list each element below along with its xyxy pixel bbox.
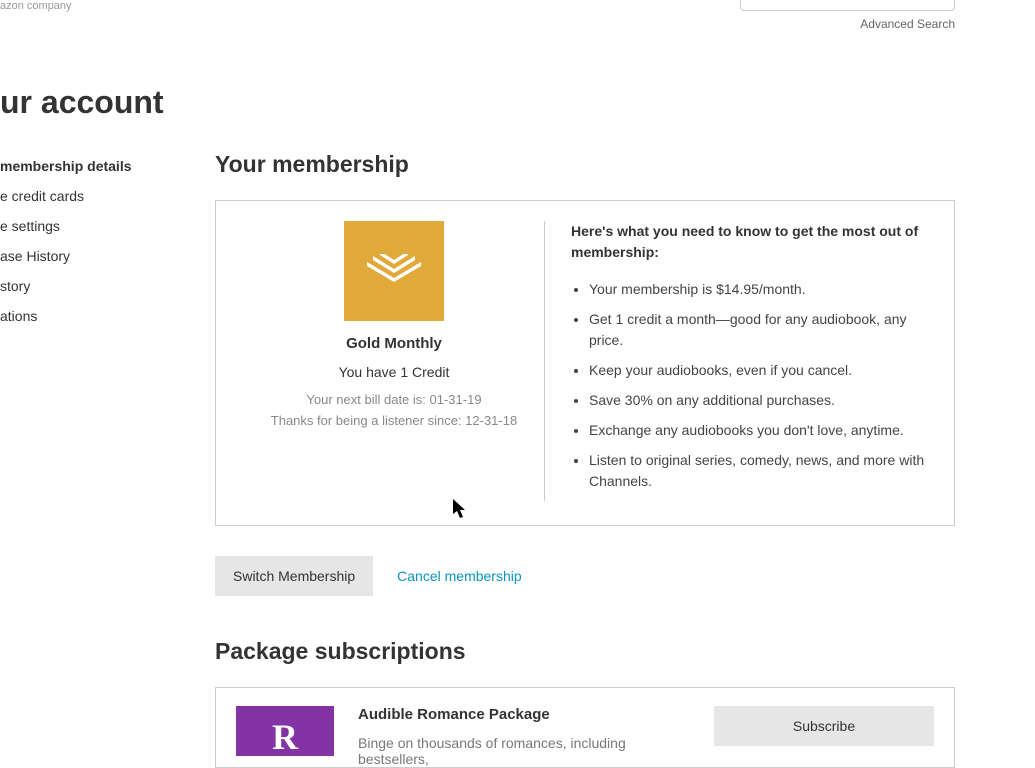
membership-intro: Here's what you need to know to get the … [571,221,926,263]
benefit-item: Get 1 credit a month—good for any audiob… [589,309,926,351]
sidebar-item-credit-cards[interactable]: e credit cards [0,181,140,211]
package-card: R Audible Romance Package Binge on thous… [215,687,955,768]
listener-since: Thanks for being a listener since: 12-31… [244,411,544,432]
search-input[interactable] [740,0,955,11]
switch-membership-button[interactable]: Switch Membership [215,556,373,596]
package-subscriptions-heading: Package subscriptions [215,638,955,665]
subscribe-button[interactable]: Subscribe [714,706,934,746]
benefit-item: Save 30% on any additional purchases. [589,390,926,411]
advanced-search-link[interactable]: Advanced Search [860,17,955,31]
credit-balance: You have 1 Credit [244,364,544,380]
plan-name: Gold Monthly [244,335,544,352]
account-sidebar: membership details e credit cards e sett… [0,151,140,768]
package-name: Audible Romance Package [358,706,690,723]
package-description: Binge on thousands of romances, includin… [358,735,690,767]
cancel-membership-link[interactable]: Cancel membership [397,568,522,584]
package-glyph: R [272,716,298,758]
sidebar-item-purchase-history[interactable]: ase History [0,241,140,271]
page-title: ur account [0,84,1035,121]
audible-logo-icon [344,221,444,321]
benefit-item: Your membership is $14.95/month. [589,279,926,300]
benefit-item: Keep your audiobooks, even if you cancel… [589,360,926,381]
next-bill-date: Your next bill date is: 01-31-19 [244,390,544,411]
membership-card: Gold Monthly You have 1 Credit Your next… [215,200,955,526]
sidebar-item-locations[interactable]: ations [0,301,140,331]
your-membership-heading: Your membership [215,151,955,178]
brand-tagline: azon company [0,0,72,12]
benefit-item: Exchange any audiobooks you don't love, … [589,420,926,441]
sidebar-item-settings[interactable]: e settings [0,211,140,241]
romance-package-icon: R [236,706,334,756]
sidebar-item-membership-details[interactable]: membership details [0,151,140,181]
sidebar-item-history[interactable]: story [0,271,140,301]
benefit-item: Listen to original series, comedy, news,… [589,450,926,492]
